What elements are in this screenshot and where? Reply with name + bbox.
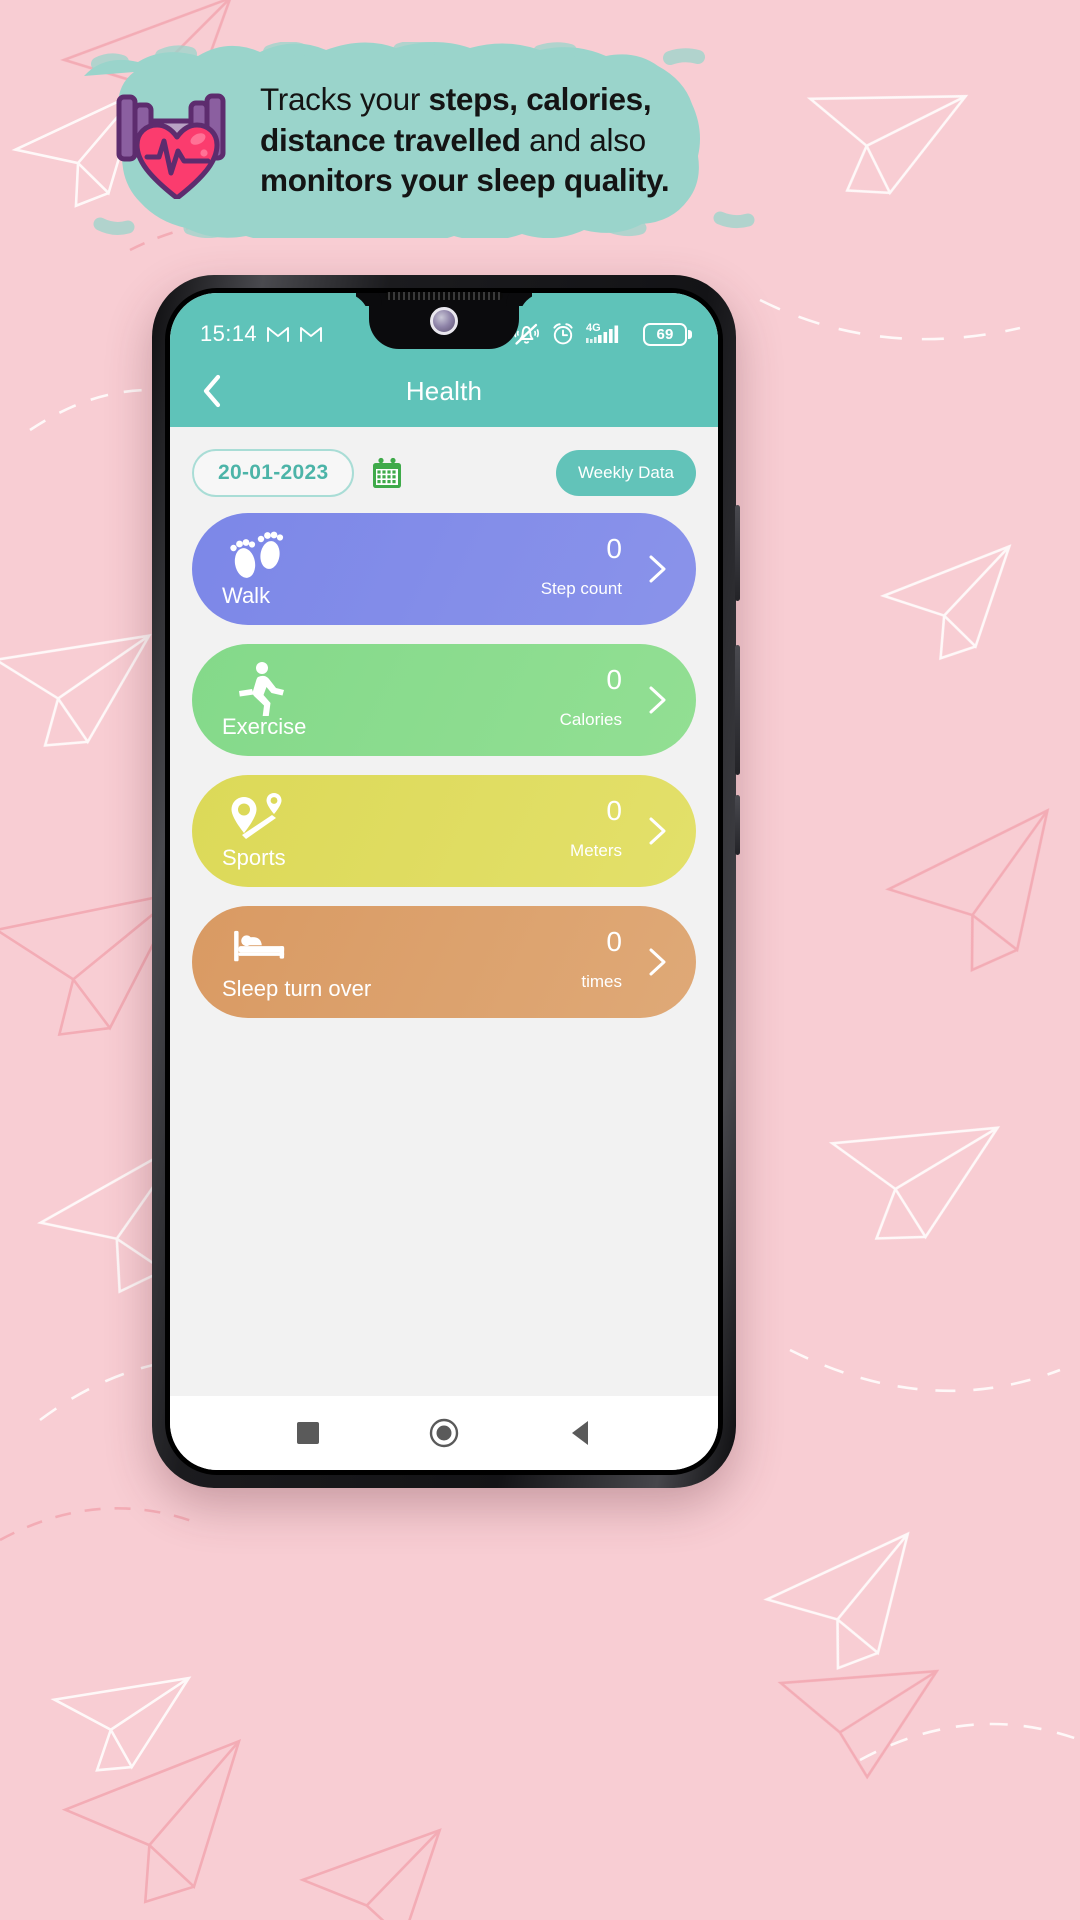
date-toolbar: 20-01-2023 Weekly Data (170, 427, 718, 505)
app-header: Health (170, 355, 718, 427)
card-value-exercise: 0 (606, 664, 622, 695)
battery-tip (688, 329, 692, 339)
circle-icon (429, 1418, 459, 1448)
square-icon (297, 1422, 319, 1444)
card-left-walk: Walk (222, 513, 342, 625)
alarm-clock-icon (553, 323, 573, 345)
gmail-icon (300, 327, 323, 342)
recent-apps-button[interactable] (286, 1411, 330, 1455)
android-navigation-bar (170, 1396, 718, 1470)
card-unit-sleep: times (581, 972, 622, 991)
card-value-walk: 0 (606, 533, 622, 564)
header-back-button[interactable] (190, 369, 234, 413)
phone-power-button[interactable] (735, 645, 740, 775)
metric-card-sports[interactable]: Sports 0 Meters (192, 775, 696, 887)
card-value-sleep: 0 (606, 926, 622, 957)
date-selector[interactable]: 20-01-2023 (192, 449, 355, 497)
gmail-icon (267, 327, 290, 342)
card-values-sleep: 0 times (581, 906, 622, 1018)
svg-text:4G: 4G (586, 322, 601, 334)
front-camera-icon (430, 307, 458, 335)
route-pin-icon (231, 793, 282, 839)
app-content: 20-01-2023 Weekly Data Walk 0 Step count… (170, 427, 718, 1396)
chevron-left-icon (203, 374, 221, 408)
status-time: 15:14 (200, 321, 258, 346)
banner-text: Tracks your steps, calories, distance tr… (260, 79, 670, 202)
weekly-data-button[interactable]: Weekly Data (555, 450, 696, 496)
card-right-exercise: 0 Calories (560, 644, 674, 756)
promo-banner: Tracks your steps, calories, distance tr… (70, 42, 812, 238)
chevron-right-icon[interactable] (640, 814, 674, 848)
bed-icon (234, 930, 285, 962)
phone-mockup: 15:14 4G 69 Health 20-01-2023 Weekly Dat… (152, 275, 740, 1488)
card-unit-walk: Step count (540, 579, 622, 598)
card-right-walk: 0 Step count (541, 513, 674, 625)
phone-volume-button[interactable] (735, 505, 740, 601)
status-bar: 15:14 4G 69 (170, 293, 718, 355)
back-button[interactable] (558, 1411, 602, 1455)
chevron-right-icon[interactable] (640, 683, 674, 717)
triangle-left-icon (572, 1421, 588, 1445)
battery-level-text: 69 (643, 322, 687, 346)
metric-card-walk[interactable]: Walk 0 Step count (192, 513, 696, 625)
card-values-exercise: 0 Calories (560, 644, 622, 756)
metric-card-sleep[interactable]: Sleep turn over 0 times (192, 906, 696, 1018)
dumbbell-heart-pulse-icon (116, 93, 226, 199)
home-button[interactable] (422, 1411, 466, 1455)
metric-card-exercise[interactable]: Exercise 0 Calories (192, 644, 696, 756)
signal-4g-icon: 4G (586, 322, 619, 343)
card-left-sleep: Sleep turn over (222, 906, 372, 1018)
card-label-sleep: Sleep turn over (222, 976, 372, 1001)
card-unit-exercise: Calories (559, 710, 622, 729)
running-person-icon (239, 662, 284, 716)
earpiece-speaker (385, 292, 503, 300)
battery-indicator: 69 (643, 322, 692, 346)
card-right-sports: 0 Meters (570, 775, 674, 887)
phone-screen: 15:14 4G 69 Health 20-01-2023 Weekly Dat… (170, 293, 718, 1470)
footprints-icon (230, 531, 284, 578)
chevron-right-icon[interactable] (640, 552, 674, 586)
metric-cards-list: Walk 0 Step count Exercise 0 Calories Sp… (170, 505, 718, 1018)
banner-line-1: Tracks your steps, calories, (260, 80, 652, 117)
page-title: Health (405, 375, 483, 406)
card-left-exercise: Exercise (222, 644, 342, 756)
card-left-sports: Sports (222, 775, 342, 887)
card-label-exercise: Exercise (222, 714, 307, 739)
banner-line-3: monitors your sleep quality. (260, 162, 670, 199)
card-unit-sports: Meters (570, 841, 622, 860)
phone-extra-button[interactable] (735, 795, 740, 855)
card-value-sports: 0 (606, 795, 622, 826)
card-right-sleep: 0 times (581, 906, 674, 1018)
calendar-icon[interactable] (370, 456, 404, 490)
banner-line-2: distance travelled and also (260, 121, 646, 158)
status-bar-left: 15:14 (200, 321, 323, 347)
chevron-right-icon[interactable] (640, 945, 674, 979)
card-label-sports: Sports (222, 845, 286, 870)
card-label-walk: Walk (222, 583, 271, 608)
card-values-sports: 0 Meters (570, 775, 622, 887)
card-values-walk: 0 Step count (541, 513, 622, 625)
